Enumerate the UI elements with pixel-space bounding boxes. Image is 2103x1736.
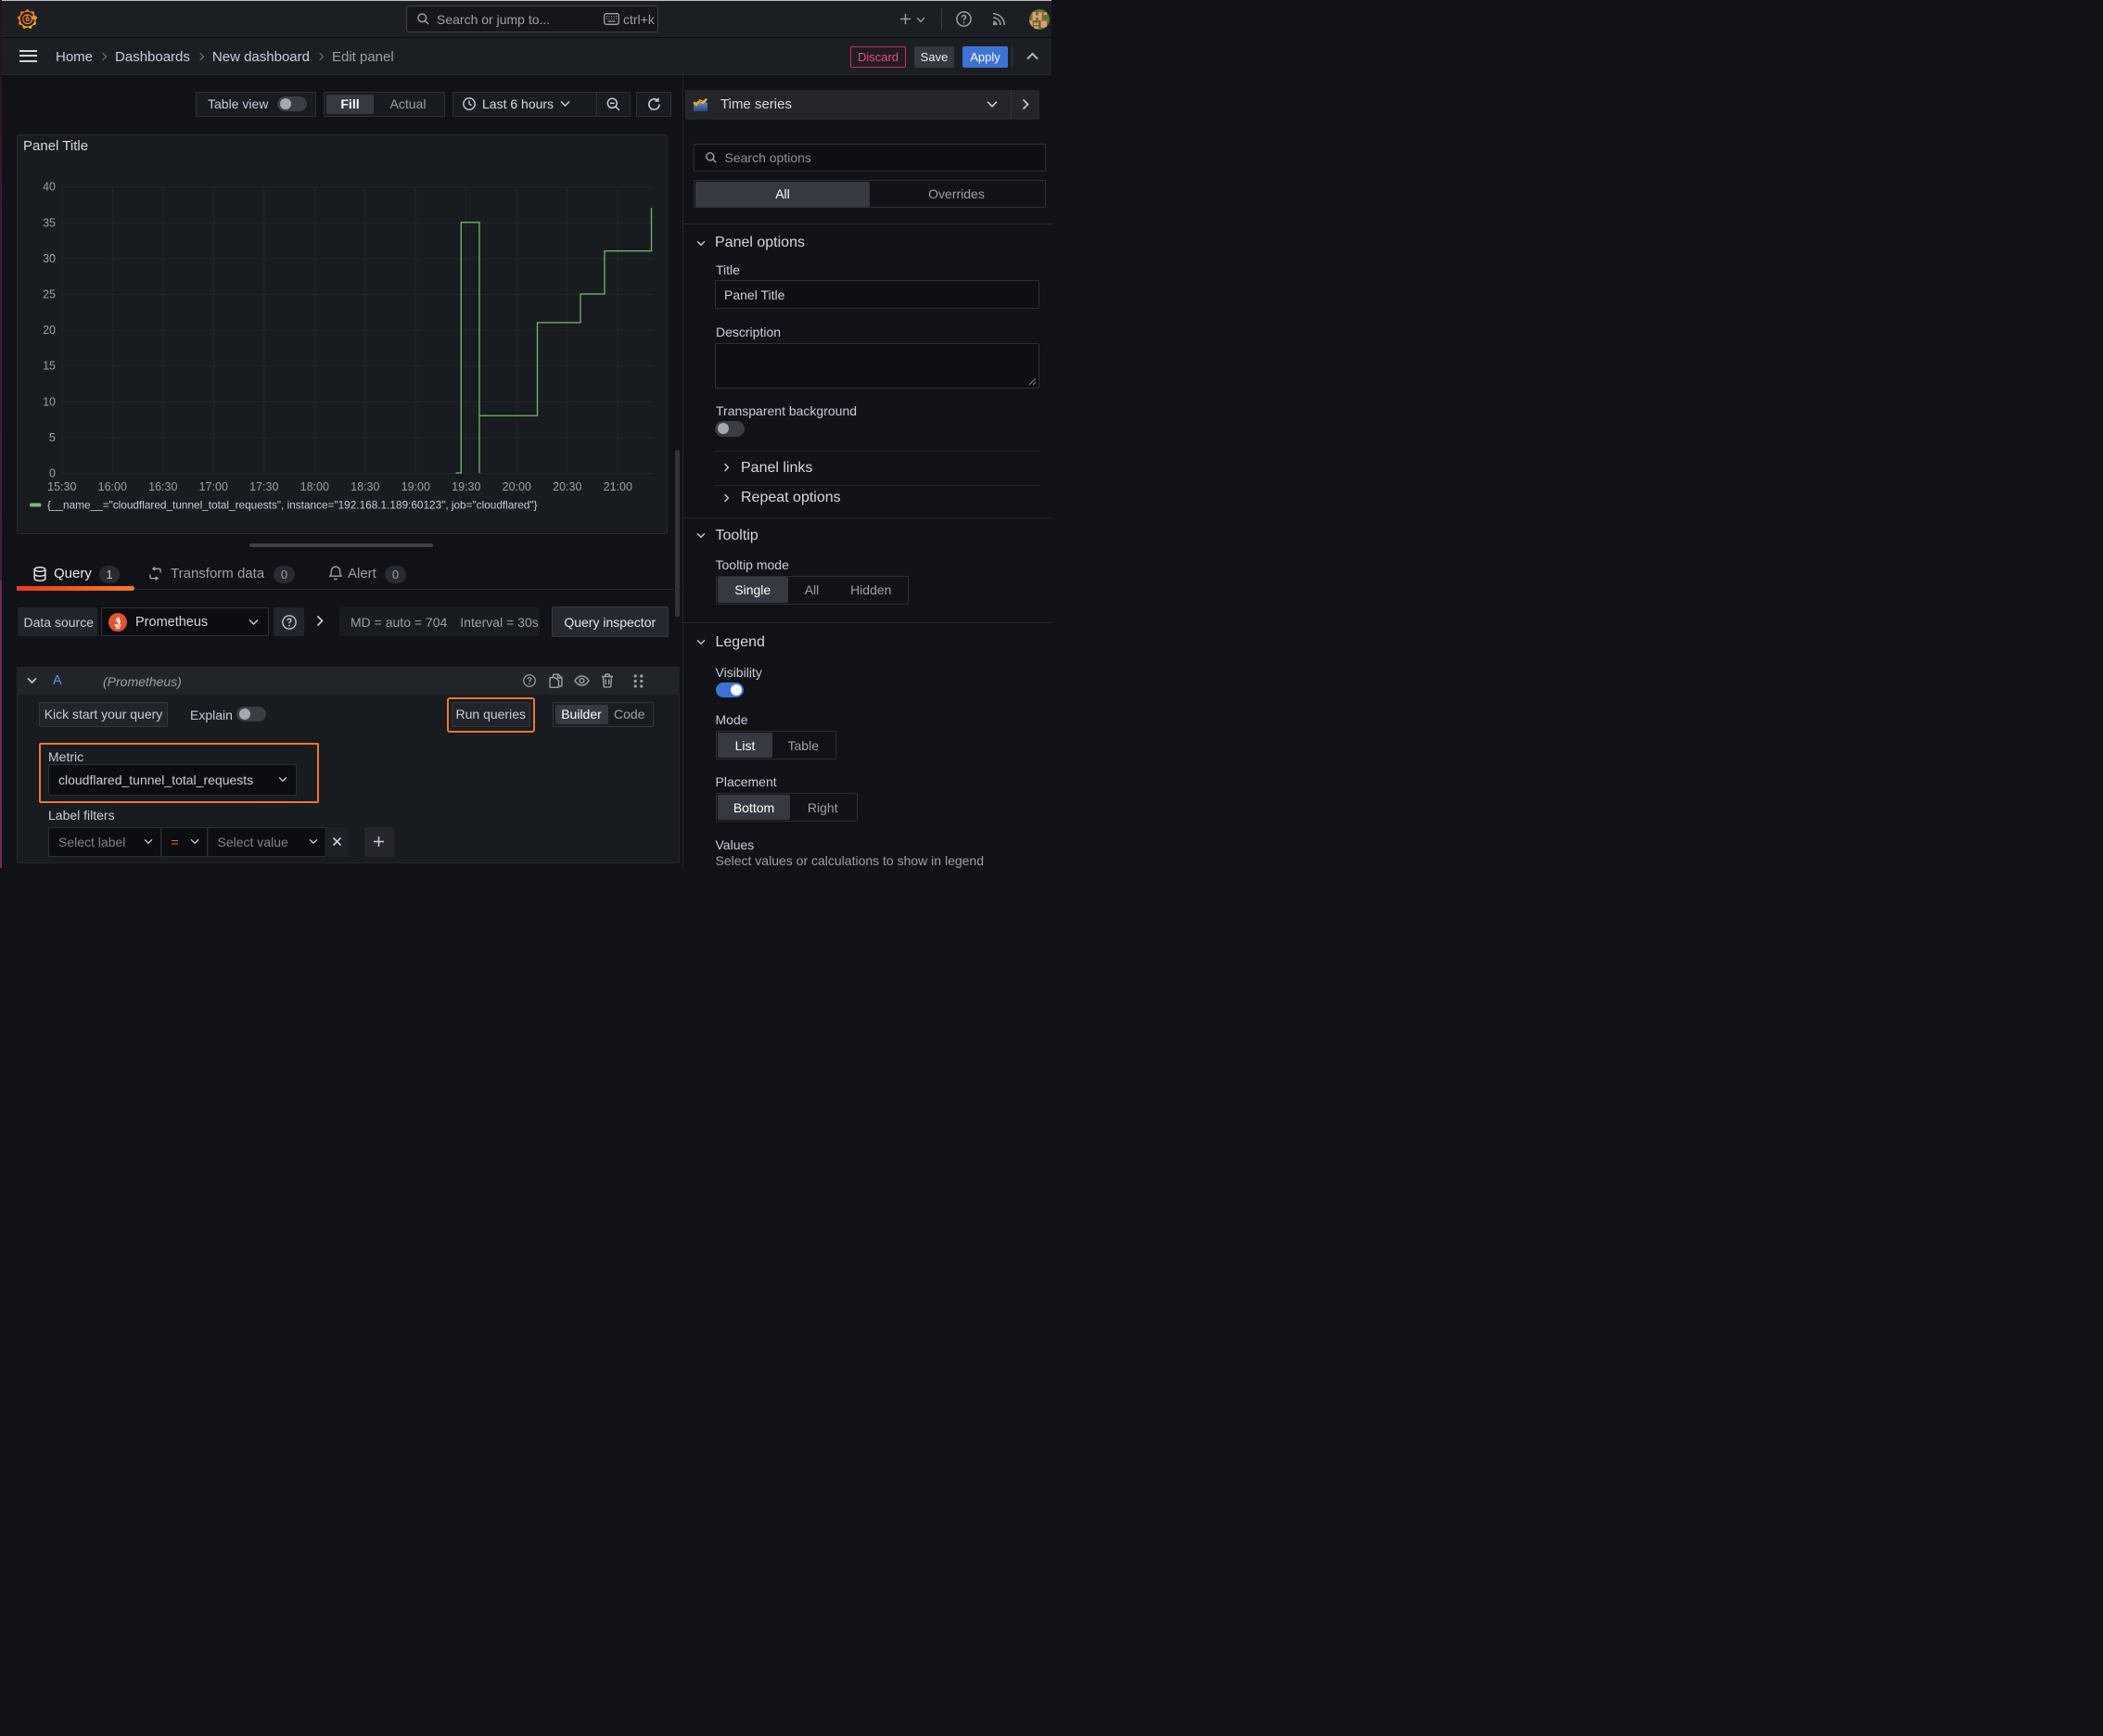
svg-text:16:30: 16:30 bbox=[148, 480, 177, 493]
svg-text:18:30: 18:30 bbox=[350, 480, 379, 493]
svg-text:19:00: 19:00 bbox=[401, 480, 430, 493]
svg-text:17:30: 17:30 bbox=[249, 480, 278, 493]
svg-text:{__name__="cloudflared_tunnel_: {__name__="cloudflared_tunnel_total_requ… bbox=[47, 499, 538, 512]
svg-text:20:30: 20:30 bbox=[553, 480, 581, 493]
svg-text:20: 20 bbox=[43, 324, 56, 337]
svg-text:15: 15 bbox=[43, 360, 56, 373]
svg-text:17:00: 17:00 bbox=[199, 480, 228, 493]
svg-text:16:00: 16:00 bbox=[98, 480, 127, 493]
svg-text:35: 35 bbox=[43, 216, 56, 229]
svg-text:15:30: 15:30 bbox=[47, 480, 76, 493]
svg-text:25: 25 bbox=[43, 288, 56, 301]
svg-text:0: 0 bbox=[49, 467, 56, 480]
svg-text:19:30: 19:30 bbox=[452, 480, 480, 493]
svg-text:21:00: 21:00 bbox=[604, 480, 632, 493]
svg-text:30: 30 bbox=[43, 252, 56, 265]
svg-text:10: 10 bbox=[43, 395, 56, 408]
svg-text:18:00: 18:00 bbox=[300, 480, 329, 493]
svg-text:20:00: 20:00 bbox=[503, 480, 531, 493]
svg-text:5: 5 bbox=[49, 431, 56, 444]
svg-text:40: 40 bbox=[43, 181, 56, 194]
